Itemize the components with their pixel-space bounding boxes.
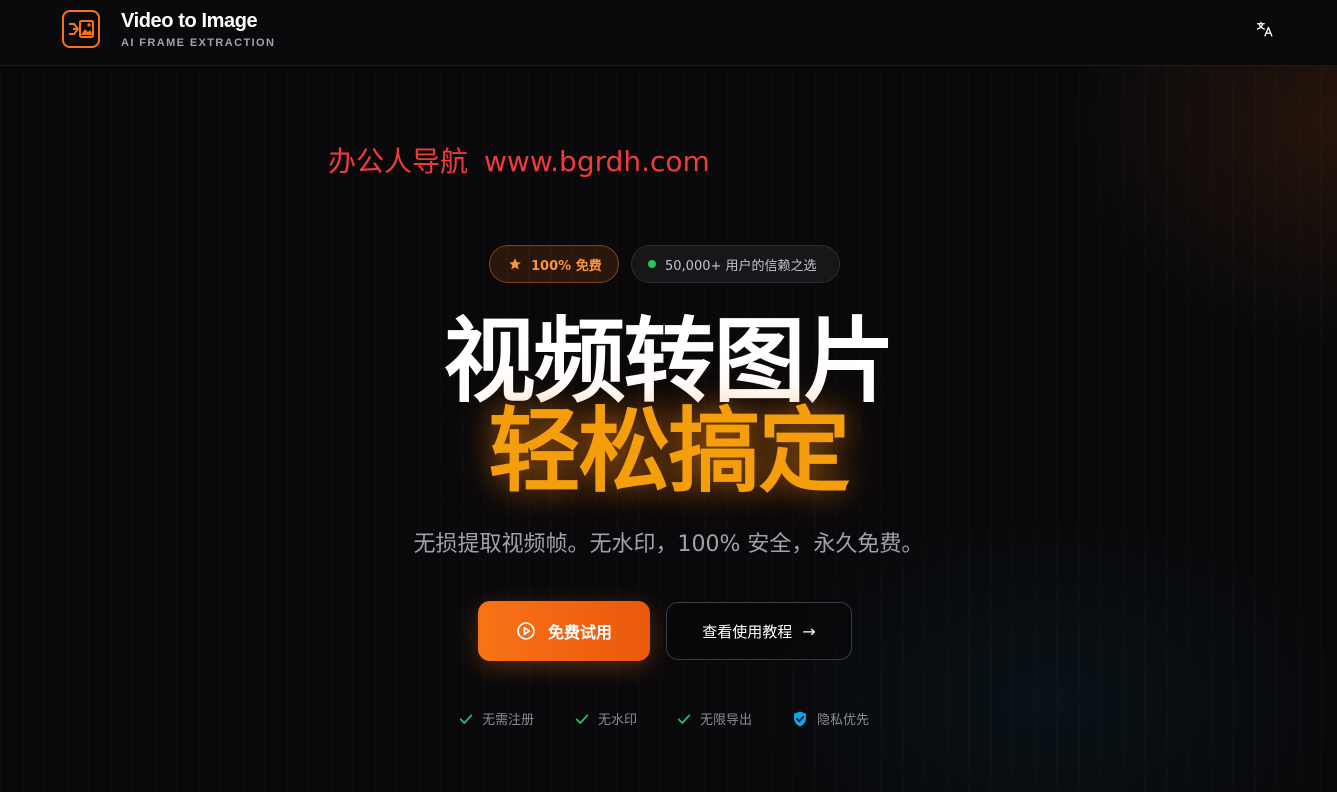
logo[interactable] (62, 10, 100, 48)
hero-highlight: 轻松搞定 (488, 398, 850, 505)
watermark-text: 办公人导航 www.bgrdh.com (328, 140, 710, 180)
feature-label: 无限导出 (700, 713, 753, 728)
feature-list: 无需注册 无水印 无限导出 隐私优先 (0, 709, 1337, 729)
feature-no-signup: 无需注册 (458, 709, 534, 728)
feature-label: 无水印 (598, 713, 638, 728)
trust-badge-label: 50,000+ 用户的信赖之选 (665, 258, 817, 274)
view-tutorial-button-label: 查看使用教程 (702, 622, 793, 641)
view-tutorial-button[interactable]: 查看使用教程 → (666, 602, 852, 660)
free-trial-button-label: 免费试用 (547, 623, 612, 642)
free-badge: 100% 免费 (489, 245, 619, 283)
watermark-label: 办公人导航 (328, 145, 469, 178)
star-icon (509, 258, 521, 270)
video-to-image-logo-icon (69, 20, 94, 38)
feature-label: 无需注册 (482, 713, 535, 728)
watermark-url: www.bgrdh.com (484, 145, 710, 178)
hero-title: 视频转图片 (443, 308, 895, 415)
arrow-right-icon: → (802, 621, 816, 641)
shield-check-icon (794, 711, 806, 726)
brand-subtitle: AI FRAME EXTRACTION (121, 37, 276, 49)
play-circle-icon (517, 622, 535, 640)
translate-icon (1256, 21, 1273, 37)
status-dot-icon (648, 260, 656, 268)
page: Video to Image AI FRAME EXTRACTION 办公人导航… (0, 0, 1337, 792)
free-badge-label: 100% 免费 (531, 258, 602, 274)
feature-privacy-first: 隐私优先 (791, 709, 869, 728)
language-button[interactable] (1253, 17, 1277, 41)
feature-no-watermark: 无水印 (574, 709, 637, 728)
feature-label: 隐私优先 (817, 713, 870, 728)
hero-subtitle: 无损提取视频帧。无水印，100% 安全，永久免费。 (413, 532, 924, 557)
feature-unlimited-export: 无限导出 (676, 709, 752, 728)
header: Video to Image AI FRAME EXTRACTION (0, 0, 1337, 66)
trust-badge: 50,000+ 用户的信赖之选 (631, 245, 840, 283)
brand-title: Video to Image (121, 10, 258, 32)
check-icon (459, 713, 473, 724)
check-icon (575, 713, 589, 724)
free-trial-button[interactable]: 免费试用 (478, 601, 650, 661)
check-icon (677, 713, 691, 724)
